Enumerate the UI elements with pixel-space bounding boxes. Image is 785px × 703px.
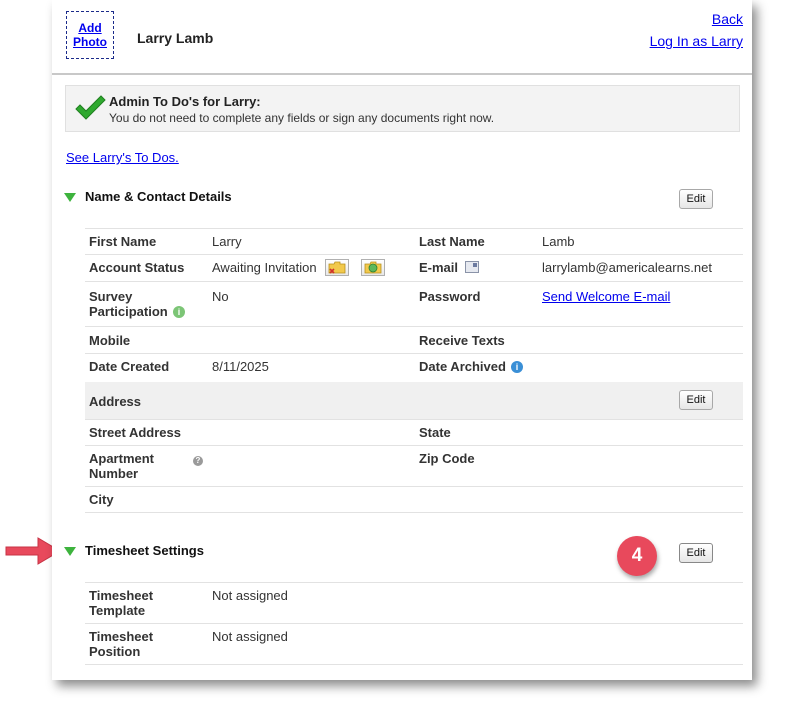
date-archived-info-icon[interactable]: i	[511, 361, 523, 373]
timesheet-position-value: Not assigned	[212, 629, 288, 644]
checkmark-icon	[75, 95, 106, 120]
city-label: City	[89, 492, 114, 507]
apartment-help-icon[interactable]: ?	[193, 456, 203, 466]
date-created-label: Date Created	[89, 359, 170, 374]
edit-contact-button[interactable]: Edit	[679, 189, 713, 209]
first-name-label: First Name	[89, 234, 157, 249]
admin-todo-box: Admin To Do's for Larry: You do not need…	[65, 85, 740, 132]
email-label: E-mail	[419, 260, 459, 275]
edit-timesheet-button[interactable]: Edit	[679, 543, 713, 563]
address-header-band	[85, 382, 743, 419]
archive-folder-icon-button[interactable]	[325, 259, 349, 276]
row-divider	[85, 419, 743, 420]
timesheet-template-label: Timesheet Template	[89, 588, 154, 618]
user-name: Larry Lamb	[137, 30, 214, 46]
last-name-value: Lamb	[542, 234, 575, 249]
row-divider	[85, 353, 743, 354]
first-name-value: Larry	[212, 234, 242, 249]
row-divider	[85, 326, 743, 327]
email-value: larrylamb@americalearns.net	[542, 260, 712, 275]
address-title: Address	[89, 394, 142, 409]
survey-participation-value: No	[212, 289, 229, 304]
row-divider	[85, 445, 743, 446]
folder-x-icon	[328, 261, 346, 274]
send-welcome-email-link[interactable]: Send Welcome E-mail	[542, 289, 670, 304]
row-divider	[85, 228, 743, 229]
survey-info-icon[interactable]: i	[173, 306, 185, 318]
row-divider	[85, 486, 743, 487]
section-title-timesheet: Timesheet Settings	[85, 543, 204, 558]
row-divider	[85, 281, 743, 282]
add-photo-button[interactable]: Add Photo	[66, 11, 114, 59]
row-divider	[85, 664, 743, 665]
see-todos-link[interactable]: See Larry's To Dos.	[66, 150, 179, 165]
date-archived-label: Date Archived	[419, 359, 506, 374]
email-envelope-icon[interactable]	[465, 261, 479, 273]
todo-title: Admin To Do's for Larry:	[109, 94, 261, 109]
todo-message: You do not need to complete any fields o…	[109, 111, 495, 125]
row-divider	[85, 254, 743, 255]
step-number-badge: 4	[617, 536, 657, 576]
restore-folder-icon-button[interactable]	[361, 259, 385, 276]
account-status-value: Awaiting Invitation	[212, 260, 317, 275]
row-divider	[85, 512, 743, 513]
row-divider	[85, 582, 743, 583]
survey-participation-label: Survey Participation	[89, 289, 168, 319]
edit-address-button[interactable]: Edit	[679, 390, 713, 410]
folder-refresh-icon	[364, 261, 382, 274]
timesheet-template-value: Not assigned	[212, 588, 288, 603]
employee-profile-panel: Add Photo Larry Lamb Back Log In as Larry…	[52, 0, 752, 680]
collapse-triangle-icon[interactable]	[64, 547, 76, 556]
zip-code-label: Zip Code	[419, 451, 475, 466]
account-status-label: Account Status	[89, 260, 185, 275]
apartment-number-label: Apartment Number	[89, 451, 155, 481]
street-address-label: Street Address	[89, 425, 181, 440]
timesheet-position-label: Timesheet Position	[89, 629, 154, 659]
collapse-triangle-icon[interactable]	[64, 193, 76, 202]
mobile-label: Mobile	[89, 333, 131, 348]
last-name-label: Last Name	[419, 234, 485, 249]
password-label: Password	[419, 289, 481, 304]
receive-texts-label: Receive Texts	[419, 333, 505, 348]
state-label: State	[419, 425, 451, 440]
log-in-as-link[interactable]: Log In as Larry	[650, 33, 743, 49]
section-title-contact: Name & Contact Details	[85, 189, 232, 204]
header-divider	[52, 73, 752, 75]
back-link[interactable]: Back	[712, 11, 743, 27]
row-divider	[85, 623, 743, 624]
date-created-value: 8/11/2025	[212, 359, 269, 374]
